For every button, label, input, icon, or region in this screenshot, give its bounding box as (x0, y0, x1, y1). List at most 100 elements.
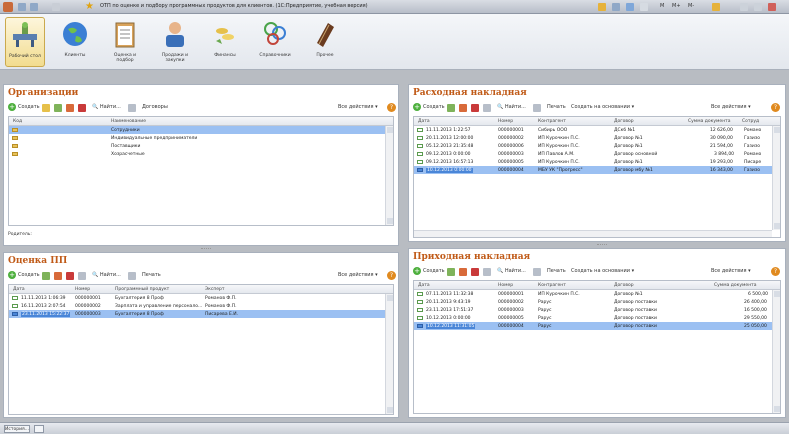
table-row[interactable]: 09.12.2013 0:00:00 000000003 ИП Павлов А.М… (414, 150, 772, 158)
all-actions-button[interactable]: Все действия ▾ (711, 102, 751, 113)
cancel-search-icon[interactable] (533, 268, 541, 276)
edit-icon[interactable] (66, 104, 74, 112)
col-date[interactable]: Дата (418, 283, 430, 288)
delete-icon[interactable] (66, 272, 74, 280)
splitter[interactable] (3, 247, 399, 251)
col-contract[interactable]: Договор (614, 283, 634, 288)
history-icon[interactable] (612, 3, 620, 11)
table-row[interactable]: 20.11.2013 9:43:19 000000002 Рарус Договор … (414, 298, 772, 306)
scroll-down-arrow[interactable] (774, 406, 780, 412)
table-row[interactable]: Сотрудники (9, 126, 385, 134)
scroll-up-arrow[interactable] (387, 127, 393, 133)
edit-icon[interactable] (459, 104, 467, 112)
post-icon[interactable] (483, 104, 491, 112)
col-number[interactable]: Номер (75, 287, 90, 292)
col-sum[interactable]: Сумма документа (688, 119, 731, 124)
link-icon[interactable] (34, 425, 44, 433)
create-button[interactable]: + Создать (413, 102, 445, 113)
post-icon[interactable] (78, 272, 86, 280)
create-button[interactable]: + Создать (413, 266, 445, 277)
col-number[interactable]: Номер (498, 119, 513, 124)
contracts-button[interactable]: Договоры (142, 102, 168, 113)
col-expert[interactable]: Эксперт (205, 287, 225, 292)
table-row[interactable]: 07.11.2013 11:32:38 000000001 ИП Курочкин … (414, 290, 772, 298)
scroll-up-arrow[interactable] (387, 295, 393, 301)
help-icon[interactable]: ? (387, 103, 396, 112)
delete-icon[interactable] (471, 104, 479, 112)
table-row[interactable]: Хозрасчетные (9, 150, 385, 158)
add-folder-icon[interactable] (42, 104, 50, 112)
copy-icon[interactable] (447, 104, 455, 112)
col-product[interactable]: Программный продукт (115, 287, 169, 292)
edit-icon[interactable] (54, 272, 62, 280)
table-row[interactable]: 11.11.2013 1:22:57 000000001 Сибирь ООО ДСк… (414, 126, 772, 134)
scroll-up-arrow[interactable] (774, 127, 780, 133)
table-row[interactable]: 09.12.2013 16:57:13 000000005 ИП Курочкин … (414, 158, 772, 166)
table-row[interactable]: 23.11.2013 17:51:37 000000003 Рарус Договор… (414, 306, 772, 314)
scroll-down-arrow[interactable] (387, 407, 393, 413)
cancel-search-icon[interactable] (128, 272, 136, 280)
table-row[interactable]: 11.11.2013 1:06:39 000000001 Бухгалтерия 8… (9, 294, 385, 302)
delete-icon[interactable] (78, 104, 86, 112)
app-logo-icon[interactable] (3, 2, 13, 12)
table-row[interactable]: Индивидуальные предприниматели (9, 134, 385, 142)
scroll-down-arrow[interactable] (774, 223, 780, 229)
table-row[interactable]: 16.11.2013 2:07:54 000000002 Зарплата и уп… (9, 302, 385, 310)
col-date[interactable]: Дата (418, 119, 430, 124)
favorites-icon[interactable] (626, 3, 634, 11)
table-row[interactable]: Поставщики (9, 142, 385, 150)
horizontal-scrollbar[interactable] (414, 230, 772, 237)
section-evaluation[interactable]: Оценка и подбор (105, 17, 145, 67)
table-row[interactable]: 05.12.2013 21:35:48 000000006 ИП Курочкин … (414, 142, 772, 150)
col-number[interactable]: Номер (498, 283, 513, 288)
help-icon[interactable]: ? (771, 103, 780, 112)
vertical-scrollbar[interactable] (772, 126, 780, 230)
print-button[interactable]: Печать (142, 270, 161, 281)
cancel-search-icon[interactable] (128, 104, 136, 112)
col-employee[interactable]: Сотруд (742, 119, 759, 124)
back-icon[interactable] (18, 3, 26, 11)
find-button[interactable]: 🔍 Найти... (92, 270, 121, 281)
col-code[interactable]: Код (13, 119, 22, 124)
copy-icon[interactable] (42, 272, 50, 280)
calc-icon[interactable] (640, 3, 648, 11)
help-icon[interactable]: ? (771, 267, 780, 276)
section-clients[interactable]: Клиенты (55, 17, 95, 67)
find-button[interactable]: 🔍 Найти... (497, 102, 526, 113)
create-button[interactable]: + Создать (8, 102, 40, 113)
all-actions-button[interactable]: Все действия ▾ (711, 266, 751, 277)
all-actions-button[interactable]: Все действия ▾ (338, 270, 378, 281)
memory-mminus-button[interactable]: M- (688, 3, 694, 9)
col-contractor[interactable]: Контрагент (538, 119, 566, 124)
splitter[interactable] (408, 243, 786, 247)
edit-icon[interactable] (459, 268, 467, 276)
find-button[interactable]: 🔍 Найти... (92, 102, 121, 113)
copy-icon[interactable] (54, 104, 62, 112)
close-icon[interactable] (768, 3, 776, 11)
help-icon[interactable]: ? (387, 271, 396, 280)
history-button[interactable]: История... (4, 425, 30, 433)
cancel-search-icon[interactable] (533, 104, 541, 112)
delete-icon[interactable] (471, 268, 479, 276)
section-sales[interactable]: Продажи и закупки (155, 17, 195, 67)
memory-m-button[interactable]: M (660, 3, 664, 9)
forward-icon[interactable] (30, 3, 38, 11)
print-button[interactable]: Печать (547, 266, 566, 277)
table-row[interactable]: 20.11.2013 12:00:00 000000002 ИП Курочкин … (414, 134, 772, 142)
table-row[interactable]: 10.12.2013 0:00:00 000000005 Рарус Договор … (414, 314, 772, 322)
create-based-button[interactable]: Создать на основании ▾ (571, 266, 634, 277)
create-based-button[interactable]: Создать на основании ▾ (571, 102, 634, 113)
table-row[interactable]: 10.12.2013 11:31:05 000000004 Рарус Договор… (414, 322, 772, 330)
col-name[interactable]: Наименование (111, 119, 146, 124)
maximize-icon[interactable] (754, 3, 762, 11)
find-button[interactable]: 🔍 Найти... (497, 266, 526, 277)
all-actions-button[interactable]: Все действия ▾ (338, 102, 378, 113)
copy-icon[interactable] (447, 268, 455, 276)
menu-dropdown-icon[interactable] (52, 3, 60, 11)
section-desktop[interactable]: Рабочий стол (5, 17, 45, 67)
scroll-down-arrow[interactable] (387, 218, 393, 224)
print-button[interactable]: Печать (547, 102, 566, 113)
col-contract[interactable]: Договор (614, 119, 634, 124)
notify-icon[interactable] (598, 3, 606, 11)
create-button[interactable]: + Создать (8, 270, 40, 281)
